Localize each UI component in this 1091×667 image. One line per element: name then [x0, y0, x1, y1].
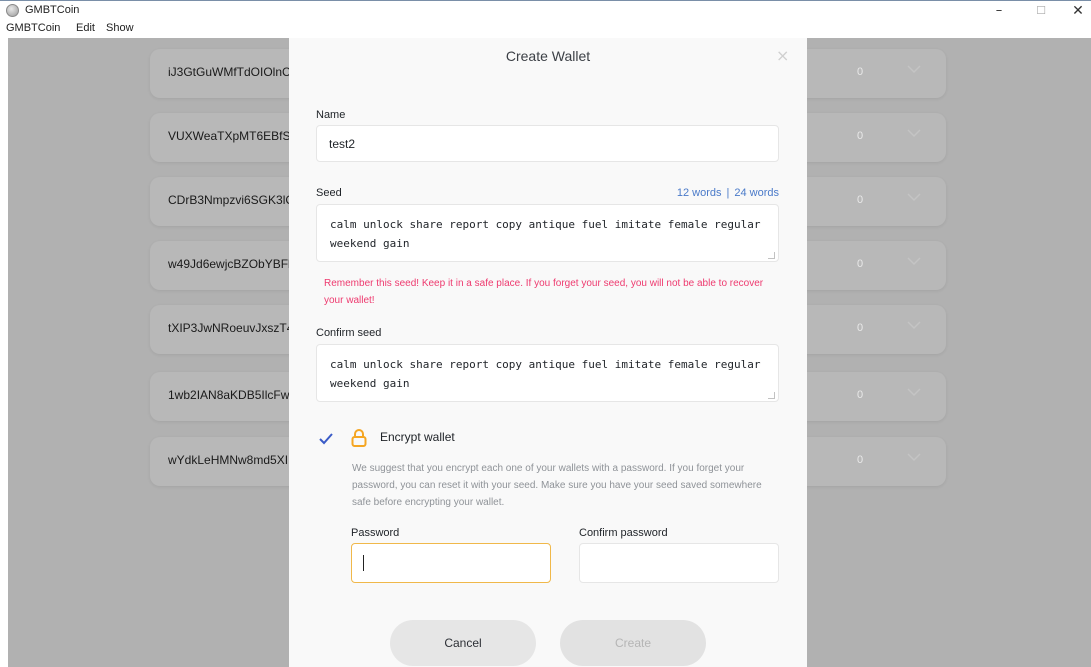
- window-title: GMBTCoin: [25, 4, 80, 16]
- create-wallet-modal: Create Wallet × Name test2 Seed 12 words…: [289, 38, 807, 667]
- password-label: Password: [351, 527, 400, 539]
- app-logo-icon: [6, 4, 19, 17]
- encrypt-wallet-label: Encrypt wallet: [380, 430, 455, 444]
- seed-textarea[interactable]: calm unlock share report copy antique fu…: [316, 204, 779, 262]
- name-input[interactable]: test2: [316, 125, 779, 162]
- chevron-down-icon[interactable]: [907, 254, 921, 268]
- confirm-password-input[interactable]: [579, 543, 779, 583]
- wallet-address: tXIP3JwNRoeuvJxszT4: [168, 321, 293, 335]
- wallet-address: w49Jd6ewjcBZObYBFl: [168, 257, 291, 271]
- wallet-balance: 0: [857, 130, 864, 142]
- text-caret: [363, 555, 364, 571]
- confirm-seed-textarea[interactable]: calm unlock share report copy antique fu…: [316, 344, 779, 402]
- menu-bar: GMBTCoin Edit Show: [0, 20, 1091, 38]
- wallet-balance: 0: [857, 454, 864, 466]
- resize-handle-icon[interactable]: [768, 252, 775, 259]
- seed-warning: Remember this seed! Keep it in a safe pl…: [324, 278, 764, 306]
- chevron-down-icon[interactable]: [907, 126, 921, 140]
- encrypt-checkbox[interactable]: [319, 432, 333, 446]
- wallet-balance: 0: [857, 66, 864, 78]
- chevron-down-icon[interactable]: [907, 318, 921, 332]
- 12-words-link[interactable]: 12 words: [677, 187, 722, 199]
- encrypt-description: We suggest that you encrypt each one of …: [352, 463, 762, 508]
- confirm-seed-text: calm unlock share report copy antique fu…: [330, 358, 761, 390]
- seed-text: calm unlock share report copy antique fu…: [330, 218, 761, 250]
- wallet-address: iJ3GtGuWMfTdOIOlnC: [168, 65, 291, 79]
- seed-label: Seed: [316, 187, 342, 199]
- minimize-button[interactable]: –: [979, 1, 1019, 21]
- chevron-down-icon[interactable]: [907, 450, 921, 464]
- modal-title: Create Wallet: [505, 48, 591, 64]
- close-icon[interactable]: ×: [776, 46, 789, 65]
- wallet-balance: 0: [857, 258, 864, 270]
- close-window-button[interactable]: ✕: [1058, 1, 1091, 21]
- 24-words-link[interactable]: 24 words: [734, 187, 779, 199]
- cancel-button[interactable]: Cancel: [390, 620, 536, 666]
- words-separator: |: [726, 187, 730, 199]
- wallet-address: VUXWeaTXpMT6EBfSg: [168, 129, 293, 143]
- resize-handle-icon[interactable]: [768, 392, 775, 399]
- title-bar: GMBTCoin – ☐ ✕: [0, 0, 1091, 20]
- wallet-balance: 0: [857, 389, 864, 401]
- wallet-address: CDrB3Nmpzvi6SGK3lC: [168, 193, 293, 207]
- chevron-down-icon[interactable]: [907, 190, 921, 204]
- confirm-password-label: Confirm password: [579, 527, 668, 539]
- password-input[interactable]: [351, 543, 551, 583]
- wallet-balance: 0: [857, 194, 864, 206]
- confirm-seed-label: Confirm seed: [316, 327, 382, 339]
- name-label: Name: [316, 109, 346, 121]
- menu-edit[interactable]: Edit: [76, 22, 95, 34]
- wallet-balance: 0: [857, 322, 864, 334]
- maximize-button[interactable]: ☐: [1021, 1, 1061, 21]
- wallet-address: 1wb2IAN8aKDB5IlcFw: [168, 388, 290, 402]
- lock-icon: [351, 429, 367, 447]
- wallet-address: wYdkLeHMNw8md5XI: [168, 453, 289, 467]
- menu-gmbtcoin[interactable]: GMBTCoin: [6, 22, 60, 34]
- menu-show[interactable]: Show: [106, 22, 134, 34]
- chevron-down-icon[interactable]: [907, 62, 921, 76]
- chevron-down-icon[interactable]: [907, 385, 921, 399]
- create-button[interactable]: Create: [560, 620, 706, 666]
- seed-length-selector: 12 words | 24 words: [649, 187, 779, 199]
